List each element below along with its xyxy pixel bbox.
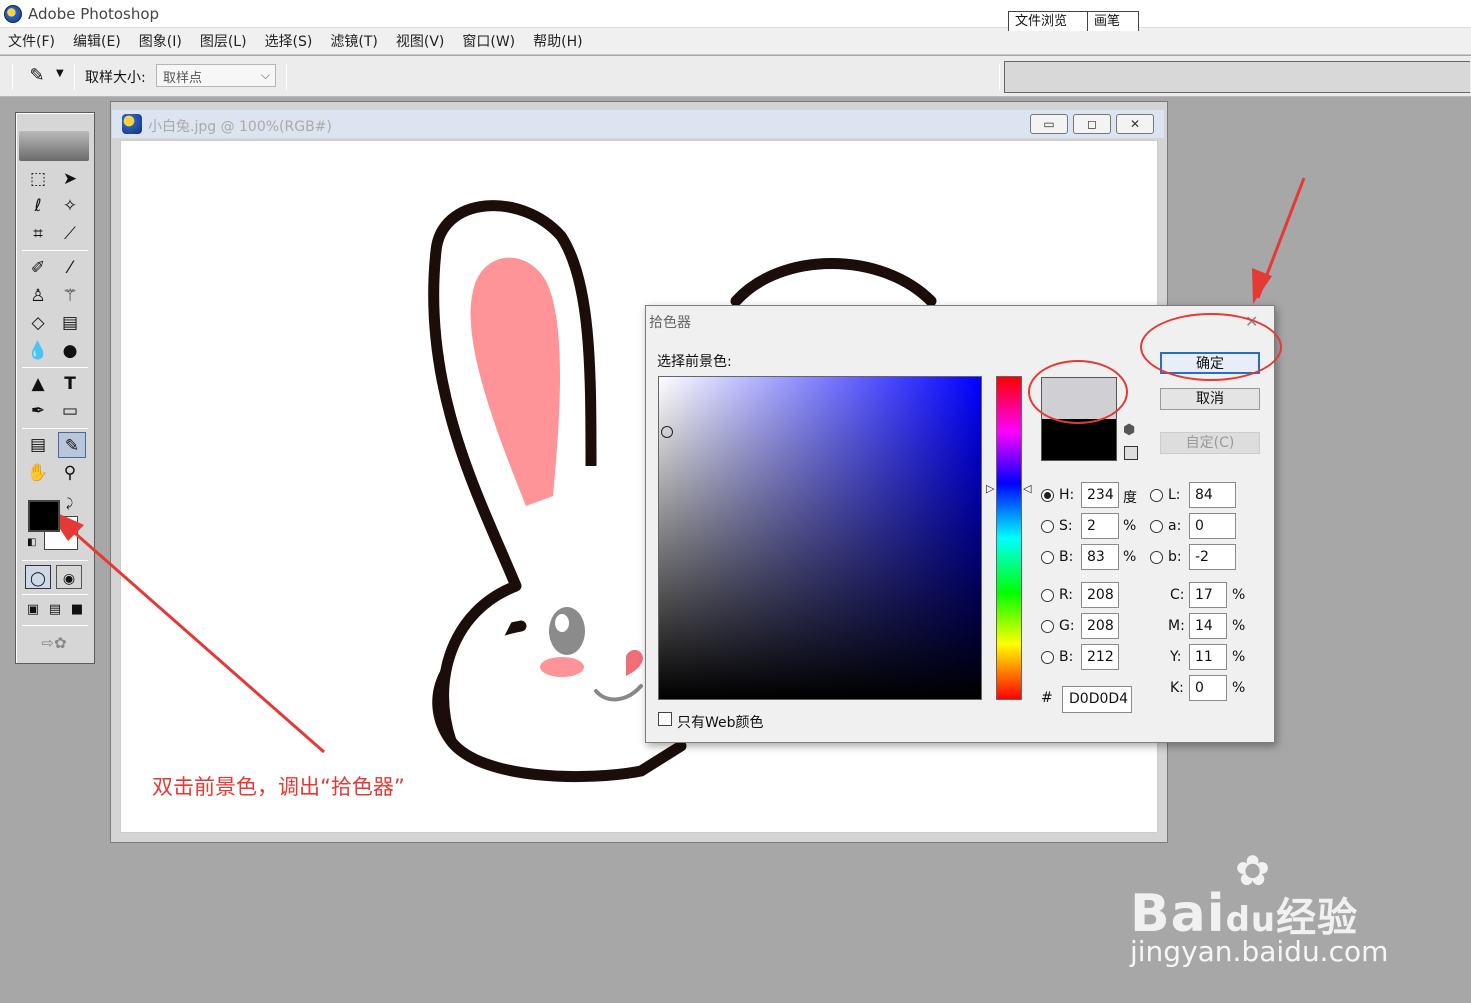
annotation-text: 双击前景色，调出“拾色器” [152,775,405,799]
foreground-color-swatch[interactable] [28,500,60,532]
watermark-brand-du: du [1225,900,1277,940]
watermark-url: jingyan.baidu.com [1130,935,1389,968]
